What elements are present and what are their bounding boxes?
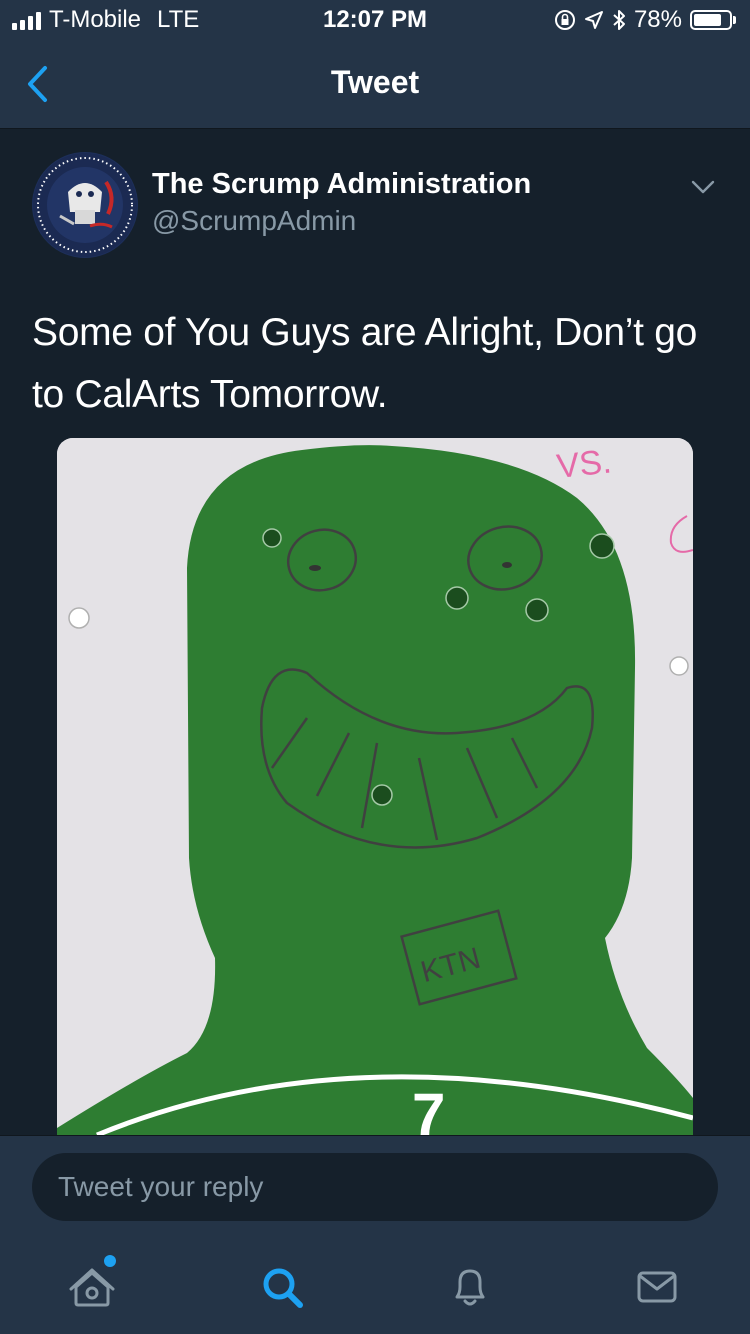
nav-bar: Tweet <box>0 40 750 129</box>
reply-bar <box>0 1135 750 1238</box>
notification-dot <box>104 1255 116 1267</box>
target-photo-image: VS. KTN 7 <box>57 438 693 1135</box>
page-title: Tweet <box>330 64 420 100</box>
tab-messages[interactable] <box>627 1257 687 1317</box>
target-number: 7 <box>412 1081 445 1135</box>
vs-annotation: VS. <box>555 442 613 486</box>
messages-icon <box>637 1271 677 1303</box>
bluetooth-icon <box>613 10 625 30</box>
battery-percent: 78% <box>633 6 682 33</box>
tab-notifications[interactable] <box>440 1257 500 1317</box>
reply-input[interactable] <box>32 1153 718 1221</box>
author-name[interactable]: The Scrump Administration <box>152 168 531 201</box>
tweet-header: The Scrump Administration @ScrumpAdmin <box>32 152 732 262</box>
notifications-icon <box>455 1269 485 1306</box>
status-bar: T-Mobile LTE 12:07 PM 78% <box>0 0 750 40</box>
status-right: 78% <box>554 6 736 34</box>
tab-home[interactable] <box>62 1255 122 1317</box>
tweet-media-image[interactable]: VS. KTN 7 <box>57 438 693 1135</box>
orientation-lock-icon <box>554 10 575 30</box>
tab-bar <box>0 1237 750 1334</box>
seal-logo-icon <box>33 153 137 257</box>
avatar[interactable] <box>32 152 138 258</box>
battery-icon <box>690 10 736 30</box>
location-icon <box>584 11 603 29</box>
tab-search[interactable] <box>252 1257 312 1317</box>
author-handle[interactable]: @ScrumpAdmin <box>152 205 356 237</box>
chevron-down-icon <box>691 180 715 194</box>
tweet-text: Some of You Guys are Alright, Don’t go t… <box>32 311 698 416</box>
search-icon <box>263 1268 303 1308</box>
tweet-options-button[interactable] <box>688 172 718 202</box>
